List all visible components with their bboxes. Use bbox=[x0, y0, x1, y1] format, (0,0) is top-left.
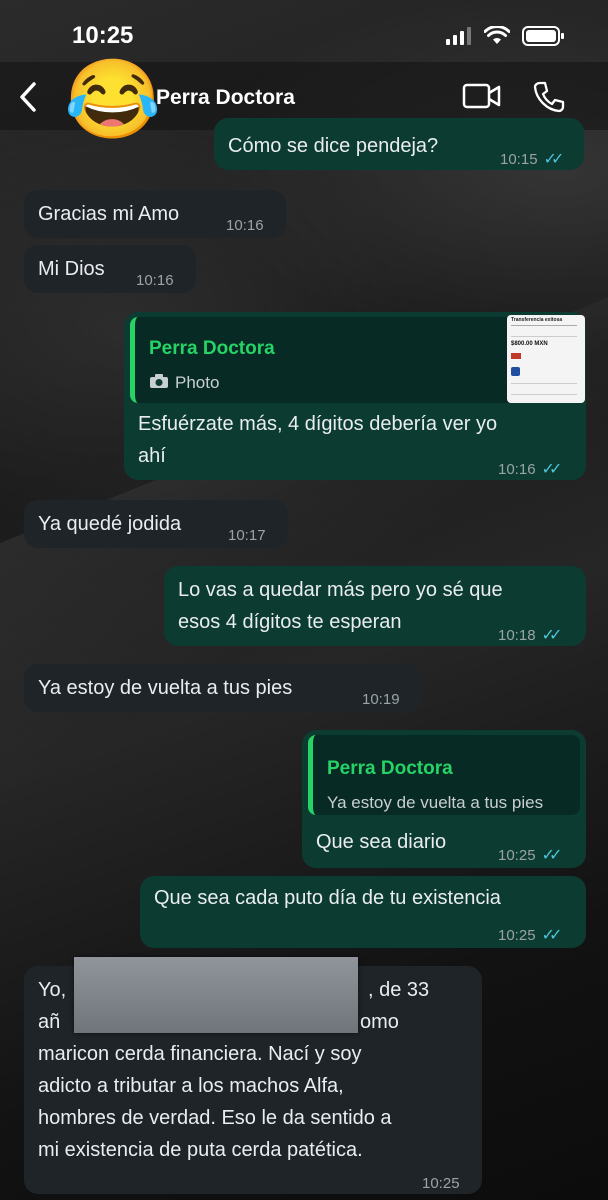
thumbnail-footer-lines bbox=[511, 383, 577, 395]
message-bubble-outgoing[interactable]: Lo vas a quedar más pero yo sé que esos … bbox=[164, 566, 586, 646]
read-receipt-icon: ✓✓ bbox=[541, 927, 563, 944]
thumbnail-lines bbox=[511, 325, 577, 337]
message-bubble-outgoing[interactable]: Que sea cada puto día de tu existencia 1… bbox=[140, 876, 586, 948]
message-text-line: ahí bbox=[138, 445, 166, 467]
quoted-sender-name: Perra Doctora bbox=[327, 758, 453, 779]
quoted-photo-reply[interactable]: Perra Doctora Photo Transferencia exitos… bbox=[130, 315, 585, 403]
camera-icon bbox=[149, 367, 169, 399]
message-bubble-incoming[interactable]: Ya estoy de vuelta a tus pies 10:19 bbox=[24, 664, 422, 712]
message-text: Que sea diario bbox=[316, 831, 447, 853]
message-bubble-outgoing-reply[interactable]: Perra Doctora Ya estoy de vuelta a tus p… bbox=[302, 730, 586, 868]
thumbnail-card-icon bbox=[511, 353, 521, 359]
message-text-line: esos 4 dígitos te esperan bbox=[178, 611, 402, 633]
photo-thumbnail[interactable]: Transferencia exitosa $800.00 MXN bbox=[507, 315, 585, 403]
message-text-line: Yo, bbox=[38, 979, 67, 1001]
message-time: 10:15 ✓✓ bbox=[500, 151, 565, 168]
avatar[interactable]: 😂 bbox=[64, 54, 161, 144]
message-text: Que sea cada puto día de tu existencia bbox=[154, 887, 501, 909]
message-text-line: , de 33 bbox=[368, 979, 430, 1001]
message-time: 10:16 bbox=[226, 217, 264, 234]
status-time: 10:25 bbox=[72, 22, 134, 49]
message-text: Cómo se dice pendeja? bbox=[228, 135, 439, 157]
read-receipt-icon: ✓✓ bbox=[541, 627, 563, 644]
thumbnail-bank-icon bbox=[511, 367, 520, 376]
phone-call-icon[interactable] bbox=[532, 80, 566, 114]
message-text-line: Esfuérzate más, 4 dígitos debería ver yo bbox=[138, 413, 498, 435]
quoted-sender-name: Perra Doctora bbox=[149, 338, 275, 359]
read-receipt-icon: ✓✓ bbox=[541, 847, 563, 864]
thumbnail-amount: $800.00 MXN bbox=[511, 341, 548, 347]
message-time: 10:19 bbox=[362, 691, 400, 708]
message-text-line: omo bbox=[360, 1011, 399, 1033]
cellular-signal-icon bbox=[446, 27, 471, 45]
message-text-line: mi existencia de puta cerda patética. bbox=[38, 1139, 363, 1161]
message-bubble-outgoing[interactable]: Cómo se dice pendeja? 10:15 ✓✓ bbox=[214, 118, 584, 170]
contact-name[interactable]: Perra Doctora bbox=[156, 86, 295, 110]
message-time: 10:18 ✓✓ bbox=[498, 627, 563, 644]
message-bubble-outgoing-reply[interactable]: Perra Doctora Photo Transferencia exitos… bbox=[124, 312, 586, 480]
message-text-line: maricon cerda financiera. Nací y soy bbox=[38, 1043, 362, 1065]
read-receipt-icon: ✓✓ bbox=[543, 151, 565, 168]
status-icons bbox=[446, 26, 564, 46]
read-receipt-icon: ✓✓ bbox=[541, 461, 563, 478]
quoted-text: Photo bbox=[175, 373, 220, 392]
message-time: 10:16 ✓✓ bbox=[498, 461, 563, 478]
message-bubble-incoming[interactable]: Gracias mi Amo 10:16 bbox=[24, 190, 286, 238]
message-bubble-incoming[interactable]: Ya quedé jodida 10:17 bbox=[24, 500, 288, 548]
redaction-overlay bbox=[74, 957, 358, 1033]
thumbnail-heading: Transferencia exitosa bbox=[511, 317, 563, 323]
message-time: 10:25 ✓✓ bbox=[498, 927, 563, 944]
message-text: Ya estoy de vuelta a tus pies bbox=[38, 677, 293, 699]
message-time: 10:16 bbox=[136, 272, 174, 289]
quoted-message-reply[interactable]: Perra Doctora Ya estoy de vuelta a tus p… bbox=[308, 735, 580, 815]
message-text: Ya quedé jodida bbox=[38, 513, 182, 535]
message-time: 10:25 ✓✓ bbox=[498, 847, 563, 864]
battery-icon bbox=[522, 26, 564, 46]
video-call-icon[interactable] bbox=[462, 82, 502, 110]
message-text-line: Lo vas a quedar más pero yo sé que bbox=[178, 579, 503, 601]
message-bubble-incoming[interactable]: Mi Dios 10:16 bbox=[24, 245, 196, 293]
message-time: 10:25 bbox=[422, 1175, 460, 1192]
quoted-text: Ya estoy de vuelta a tus pies bbox=[327, 793, 544, 812]
message-time: 10:17 bbox=[228, 527, 266, 544]
message-text: Gracias mi Amo bbox=[38, 203, 180, 225]
message-text: Mi Dios bbox=[38, 258, 105, 280]
wifi-icon bbox=[484, 26, 510, 44]
back-icon[interactable] bbox=[14, 80, 44, 114]
message-text-line: hombres de verdad. Eso le da sentido a bbox=[38, 1107, 392, 1129]
message-text-line: adicto a tributar a los machos Alfa, bbox=[38, 1075, 344, 1097]
message-text-line: añ bbox=[38, 1011, 61, 1033]
